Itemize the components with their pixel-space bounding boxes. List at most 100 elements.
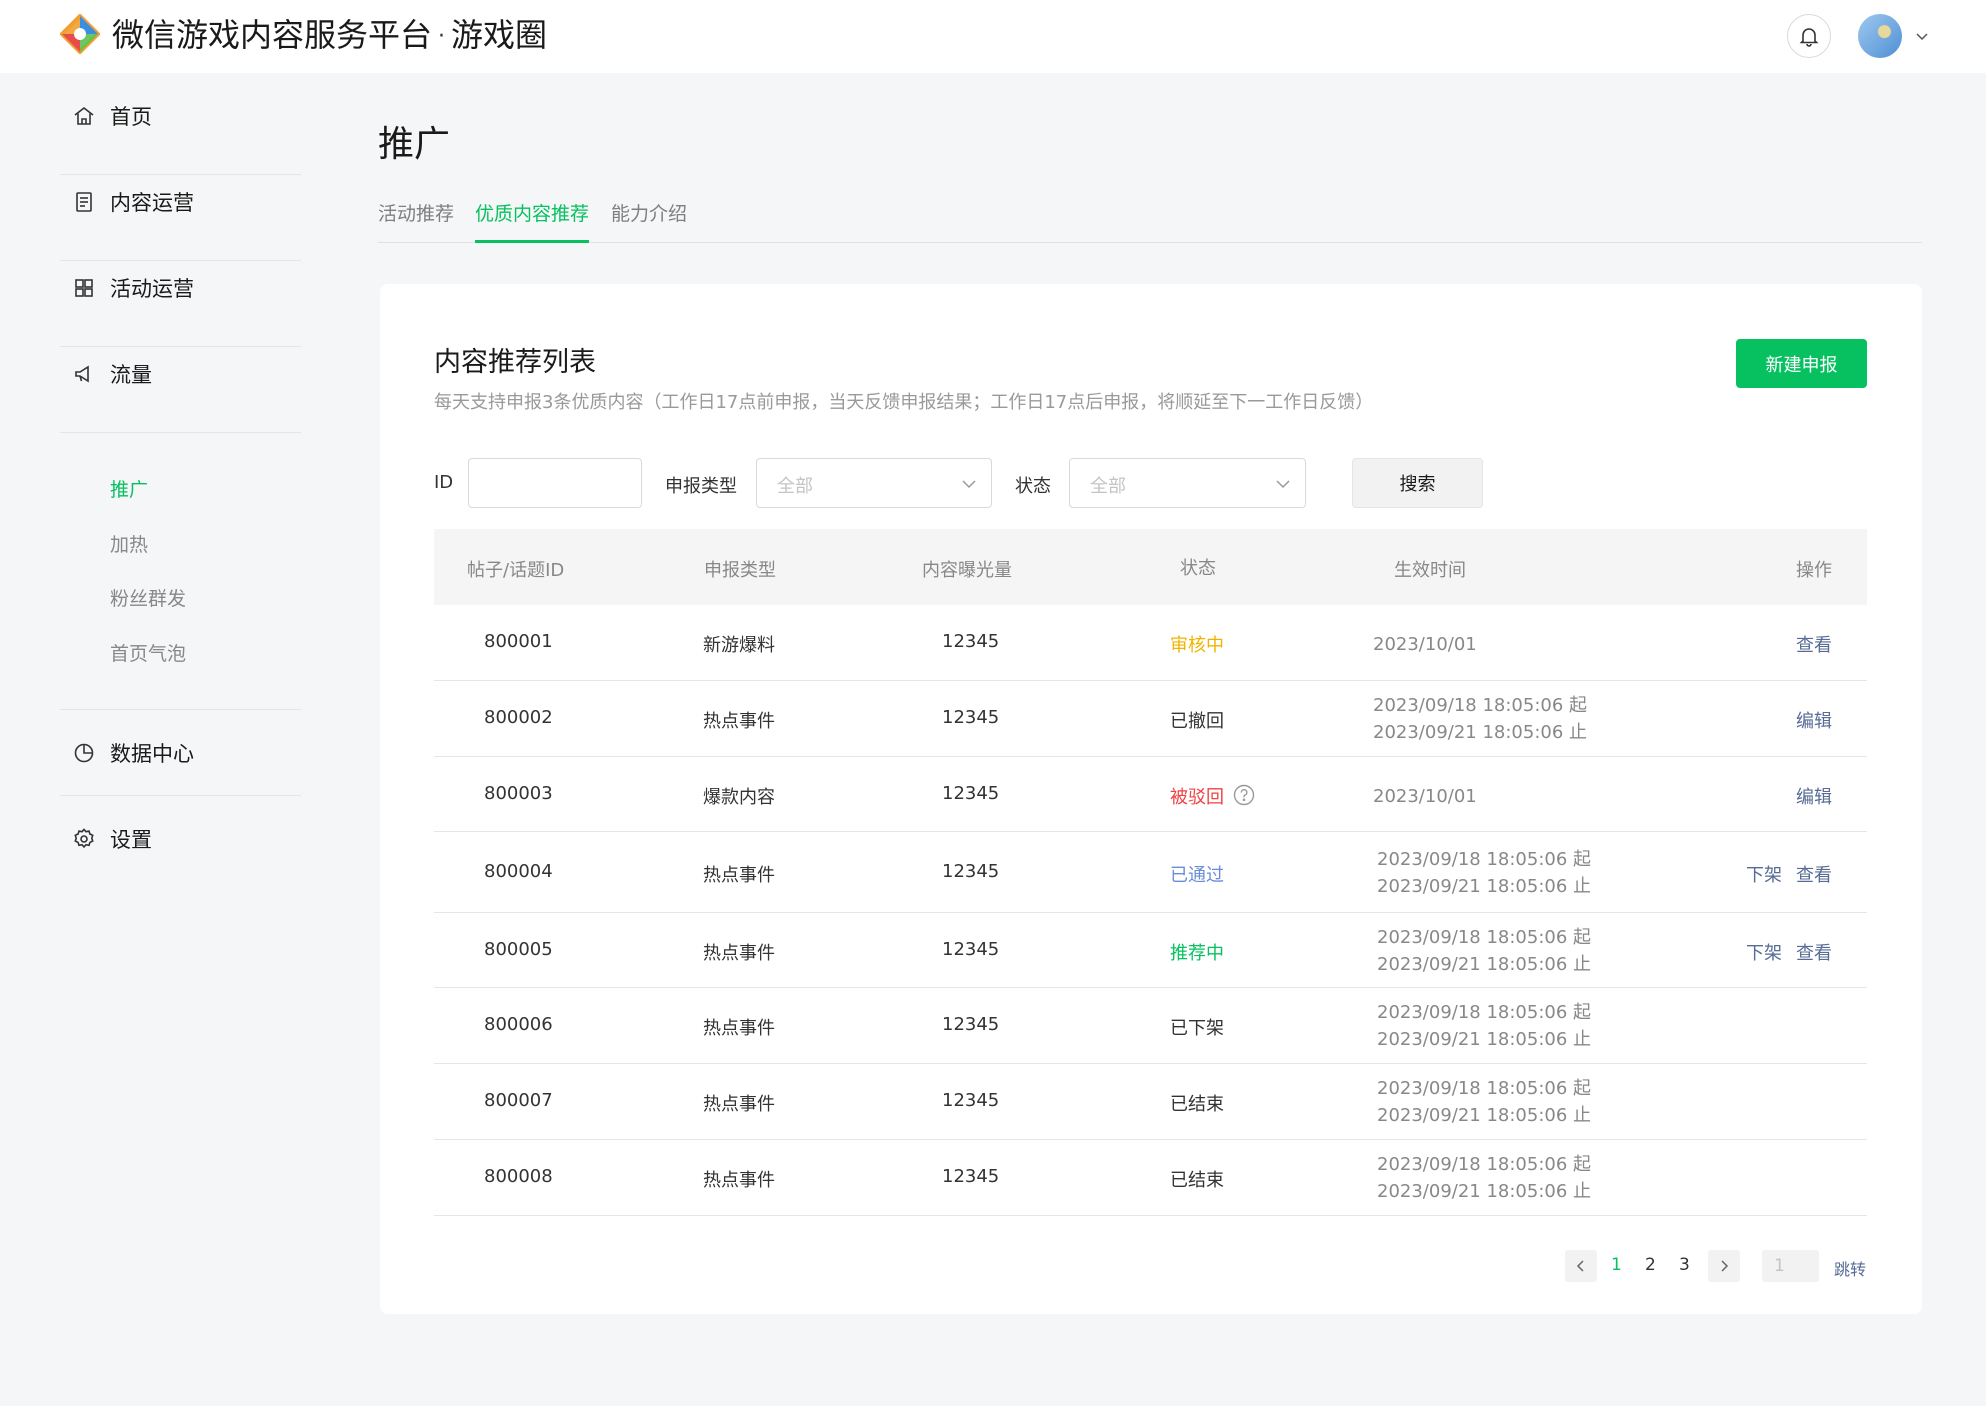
cell-type: 热点事件 xyxy=(703,711,775,732)
cell-id: 800006 xyxy=(484,1014,553,1035)
sidebar-item-label: 设置 xyxy=(110,828,152,852)
page-jump-button[interactable]: 跳转 xyxy=(1834,1256,1866,1280)
column-header-views: 内容曝光量 xyxy=(922,560,1012,581)
search-button[interactable]: 搜索 xyxy=(1352,458,1483,508)
takedown-link[interactable]: 下架 xyxy=(1746,861,1782,887)
cell-views: 12345 xyxy=(942,861,1000,882)
type-select[interactable]: 全部 xyxy=(756,458,992,508)
status-select-value: 全部 xyxy=(1090,476,1126,497)
new-application-button[interactable]: 新建申报 xyxy=(1736,339,1867,388)
chevron-right-icon xyxy=(1721,1260,1729,1272)
sidebar-item-data-center[interactable]: 数据中心 xyxy=(60,710,301,796)
cell-id: 800002 xyxy=(484,707,553,728)
cell-id: 800007 xyxy=(484,1090,553,1111)
sidebar-item-label: 首页 xyxy=(110,105,152,129)
effective-time-start: 2023/09/18 18:05:06 起 xyxy=(1377,1078,1592,1099)
table-row: 800004 热点事件 12345 已通过 2023/09/18 18:05:06 起2… xyxy=(434,832,1867,913)
chevron-down-icon xyxy=(962,480,976,489)
next-page-button[interactable] xyxy=(1708,1250,1740,1282)
card-title: 内容推荐列表 xyxy=(434,347,596,378)
cell-id: 800001 xyxy=(484,631,553,652)
cell-type: 热点事件 xyxy=(703,1170,775,1191)
cell-id: 800004 xyxy=(484,861,553,882)
gear-icon xyxy=(74,828,94,849)
column-header-id: 帖子/话题ID xyxy=(467,560,565,581)
cell-views: 12345 xyxy=(942,707,1000,728)
sidebar-subitem-promotion[interactable]: 推广 xyxy=(110,475,148,502)
page-number-3[interactable]: 3 xyxy=(1679,1255,1690,1275)
status-select[interactable]: 全部 xyxy=(1069,458,1306,508)
table-row: 800003 爆款内容 12345 被驳回 2023/10/01 编辑 xyxy=(434,757,1867,832)
page-title: 推广 xyxy=(378,124,451,165)
sidebar-subitem-home-bubble[interactable]: 首页气泡 xyxy=(110,639,186,666)
document-icon xyxy=(76,192,92,212)
divider xyxy=(60,432,301,433)
avatar[interactable] xyxy=(1858,14,1902,58)
sidebar-item-label: 活动运营 xyxy=(110,277,194,301)
sidebar-item-label: 数据中心 xyxy=(110,742,194,766)
cell-status: 审核中 xyxy=(1170,635,1224,656)
cell-views: 12345 xyxy=(942,939,1000,960)
tab-quality-content[interactable]: 优质内容推荐 xyxy=(475,199,589,226)
megaphone-icon xyxy=(75,365,89,383)
sidebar-item-home[interactable]: 首页 xyxy=(60,73,301,159)
cell-status: 被驳回 xyxy=(1170,787,1224,808)
cell-status: 已通过 xyxy=(1170,865,1224,886)
card-description: 每天支持申报3条优质内容（工作日17点前申报，当天反馈申报结果；工作日17点后申… xyxy=(434,392,1374,413)
table-row: 800001 新游爆料 12345 审核中 2023/10/01 查看 xyxy=(434,605,1867,681)
view-link[interactable]: 查看 xyxy=(1796,861,1832,887)
sidebar-subitem-boost[interactable]: 加热 xyxy=(110,530,148,557)
cell-id: 800005 xyxy=(484,939,553,960)
table-row: 800008 热点事件 12345 已结束 2023/09/18 18:05:06 起2… xyxy=(434,1140,1867,1216)
effective-time-start: 2023/09/18 18:05:06 起 xyxy=(1373,695,1588,716)
cell-status: 已结束 xyxy=(1170,1170,1224,1191)
tab-capability-intro[interactable]: 能力介绍 xyxy=(611,199,687,226)
effective-time-start: 2023/09/18 18:05:06 起 xyxy=(1377,1002,1592,1023)
cell-id: 800008 xyxy=(484,1166,553,1187)
pie-chart-icon xyxy=(74,743,94,763)
sidebar-item-settings[interactable]: 设置 xyxy=(60,796,301,882)
cell-status: 推荐中 xyxy=(1170,943,1224,964)
cell-effective-time: 2023/10/01 xyxy=(1373,783,1477,810)
effective-time-end: 2023/09/21 18:05:06 止 xyxy=(1373,722,1588,743)
takedown-link[interactable]: 下架 xyxy=(1746,939,1782,965)
platform-logo-icon[interactable] xyxy=(60,14,100,54)
prev-page-button[interactable] xyxy=(1565,1250,1597,1282)
sidebar-subitem-fan-broadcast[interactable]: 粉丝群发 xyxy=(110,584,186,611)
effective-time-start: 2023/09/18 18:05:06 起 xyxy=(1377,1154,1592,1175)
id-input[interactable] xyxy=(468,458,642,508)
app-title-main: 微信游戏内容服务平台 xyxy=(112,16,433,54)
rejection-help-icon[interactable] xyxy=(1227,784,1255,806)
cell-effective-time: 2023/09/18 18:05:06 起 2023/09/21 18:05:06… xyxy=(1377,999,1591,1053)
view-link[interactable]: 查看 xyxy=(1796,939,1832,965)
effective-time-start: 2023/10/01 xyxy=(1373,786,1477,807)
notification-button[interactable] xyxy=(1787,14,1831,58)
cell-status: 已撤回 xyxy=(1170,711,1224,732)
page-number-1[interactable]: 1 xyxy=(1611,1255,1622,1275)
cell-effective-time: 2023/10/01 xyxy=(1373,631,1477,658)
cell-effective-time: 2023/09/18 18:05:06 起 2023/09/21 18:05:06… xyxy=(1373,692,1587,746)
page-number-2[interactable]: 2 xyxy=(1645,1255,1656,1275)
cell-effective-time: 2023/09/18 18:05:06 起 2023/09/21 18:05:06… xyxy=(1377,1151,1591,1205)
sidebar-item-label: 内容运营 xyxy=(110,191,194,215)
tab-activity-recommend[interactable]: 活动推荐 xyxy=(378,199,454,226)
sidebar-item-content-ops[interactable]: 内容运营 xyxy=(60,159,301,245)
edit-link[interactable]: 编辑 xyxy=(1796,783,1832,809)
chevron-down-icon[interactable] xyxy=(1914,28,1930,44)
sidebar-item-traffic[interactable]: 流量 xyxy=(60,331,301,417)
sidebar-item-activity-ops[interactable]: 活动运营 xyxy=(60,245,301,331)
cell-type: 热点事件 xyxy=(703,1018,775,1039)
edit-link[interactable]: 编辑 xyxy=(1796,707,1832,733)
tab-active-indicator xyxy=(475,240,589,243)
table-row: 800007 热点事件 12345 已结束 2023/09/18 18:05:06 起2… xyxy=(434,1064,1867,1140)
page-jump-value: 1 xyxy=(1774,1256,1785,1276)
cell-type: 热点事件 xyxy=(703,1094,775,1115)
table-row: 800005 热点事件 12345 推荐中 2023/09/18 18:05:06 起2… xyxy=(434,913,1867,988)
page-jump-input[interactable]: 1 xyxy=(1762,1250,1819,1282)
bell-icon xyxy=(1799,28,1819,47)
type-select-value: 全部 xyxy=(777,476,813,497)
view-link[interactable]: 查看 xyxy=(1796,631,1832,657)
table-row: 800006 热点事件 12345 已下架 2023/09/18 18:05:06 起2… xyxy=(434,988,1867,1064)
grid-icon xyxy=(75,279,93,297)
column-header-time: 生效时间 xyxy=(1394,560,1466,581)
